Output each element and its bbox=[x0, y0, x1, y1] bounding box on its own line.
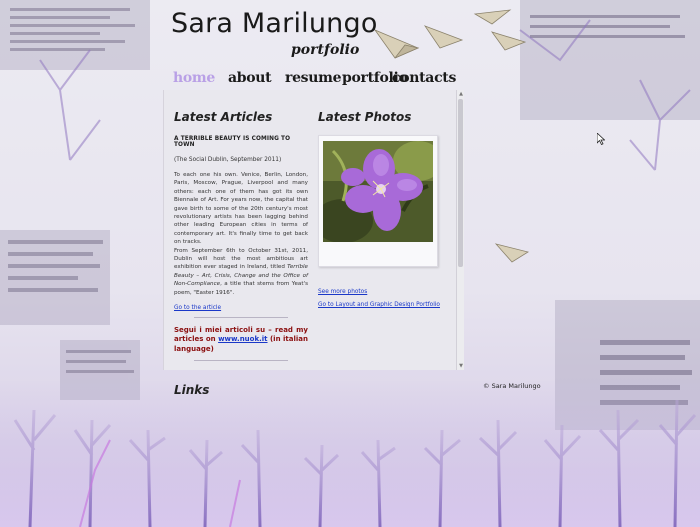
scrollbar-thumb[interactable] bbox=[458, 99, 463, 267]
latest-articles-heading: Latest Articles bbox=[174, 110, 273, 124]
articles-column: Latest Articles A TERRIBLE BEAUTY IS COM… bbox=[174, 110, 308, 397]
content-panel: Latest Articles A TERRIBLE BEAUTY IS COM… bbox=[163, 90, 464, 397]
links-heading: Links bbox=[174, 382, 210, 397]
flower-photo[interactable] bbox=[323, 141, 433, 242]
content-scrollbar[interactable]: ▲ ▼ bbox=[456, 90, 464, 370]
divider bbox=[194, 317, 288, 319]
article-title: A TERRIBLE BEAUTY IS COMING TO TOWN bbox=[174, 136, 291, 148]
divider bbox=[194, 359, 288, 361]
scroll-up-icon[interactable]: ▲ bbox=[457, 90, 465, 98]
design-portfolio-link[interactable]: Go to Layout and Graphic Design Portfoli… bbox=[318, 302, 448, 308]
photo-frame[interactable] bbox=[318, 135, 438, 267]
photos-column: Latest Photos See more photos Go to Layo… bbox=[318, 110, 448, 308]
main-nav: home about resume portfolio contacts bbox=[0, 70, 460, 92]
site-title: Sara Marilungo bbox=[171, 8, 378, 39]
nav-about[interactable]: about bbox=[228, 70, 272, 86]
nav-contacts[interactable]: contacts bbox=[392, 70, 456, 86]
promo-text: Segui i miei articoli su – read my artic… bbox=[174, 326, 308, 354]
scroll-down-icon[interactable]: ▼ bbox=[457, 362, 465, 370]
mouse-cursor-icon bbox=[597, 133, 605, 145]
site-subtitle: portfolio bbox=[291, 42, 360, 58]
nav-resume[interactable]: resume bbox=[285, 70, 342, 86]
see-more-photos-link[interactable]: See more photos bbox=[318, 289, 448, 295]
nuok-link[interactable]: www.nuok.it bbox=[218, 335, 267, 343]
article-body: To each one his own. Venice, Berlin, Lon… bbox=[174, 171, 308, 297]
copyright-text: © Sara Marilungo bbox=[483, 382, 541, 390]
article-paragraph-1: To each one his own. Venice, Berlin, Lon… bbox=[174, 172, 308, 246]
article-source: (The Social Dublin, September 2011) bbox=[174, 157, 282, 163]
latest-photos-heading: Latest Photos bbox=[318, 110, 412, 124]
go-to-article-link[interactable]: Go to the article bbox=[174, 305, 308, 311]
nav-home[interactable]: home bbox=[173, 70, 215, 86]
